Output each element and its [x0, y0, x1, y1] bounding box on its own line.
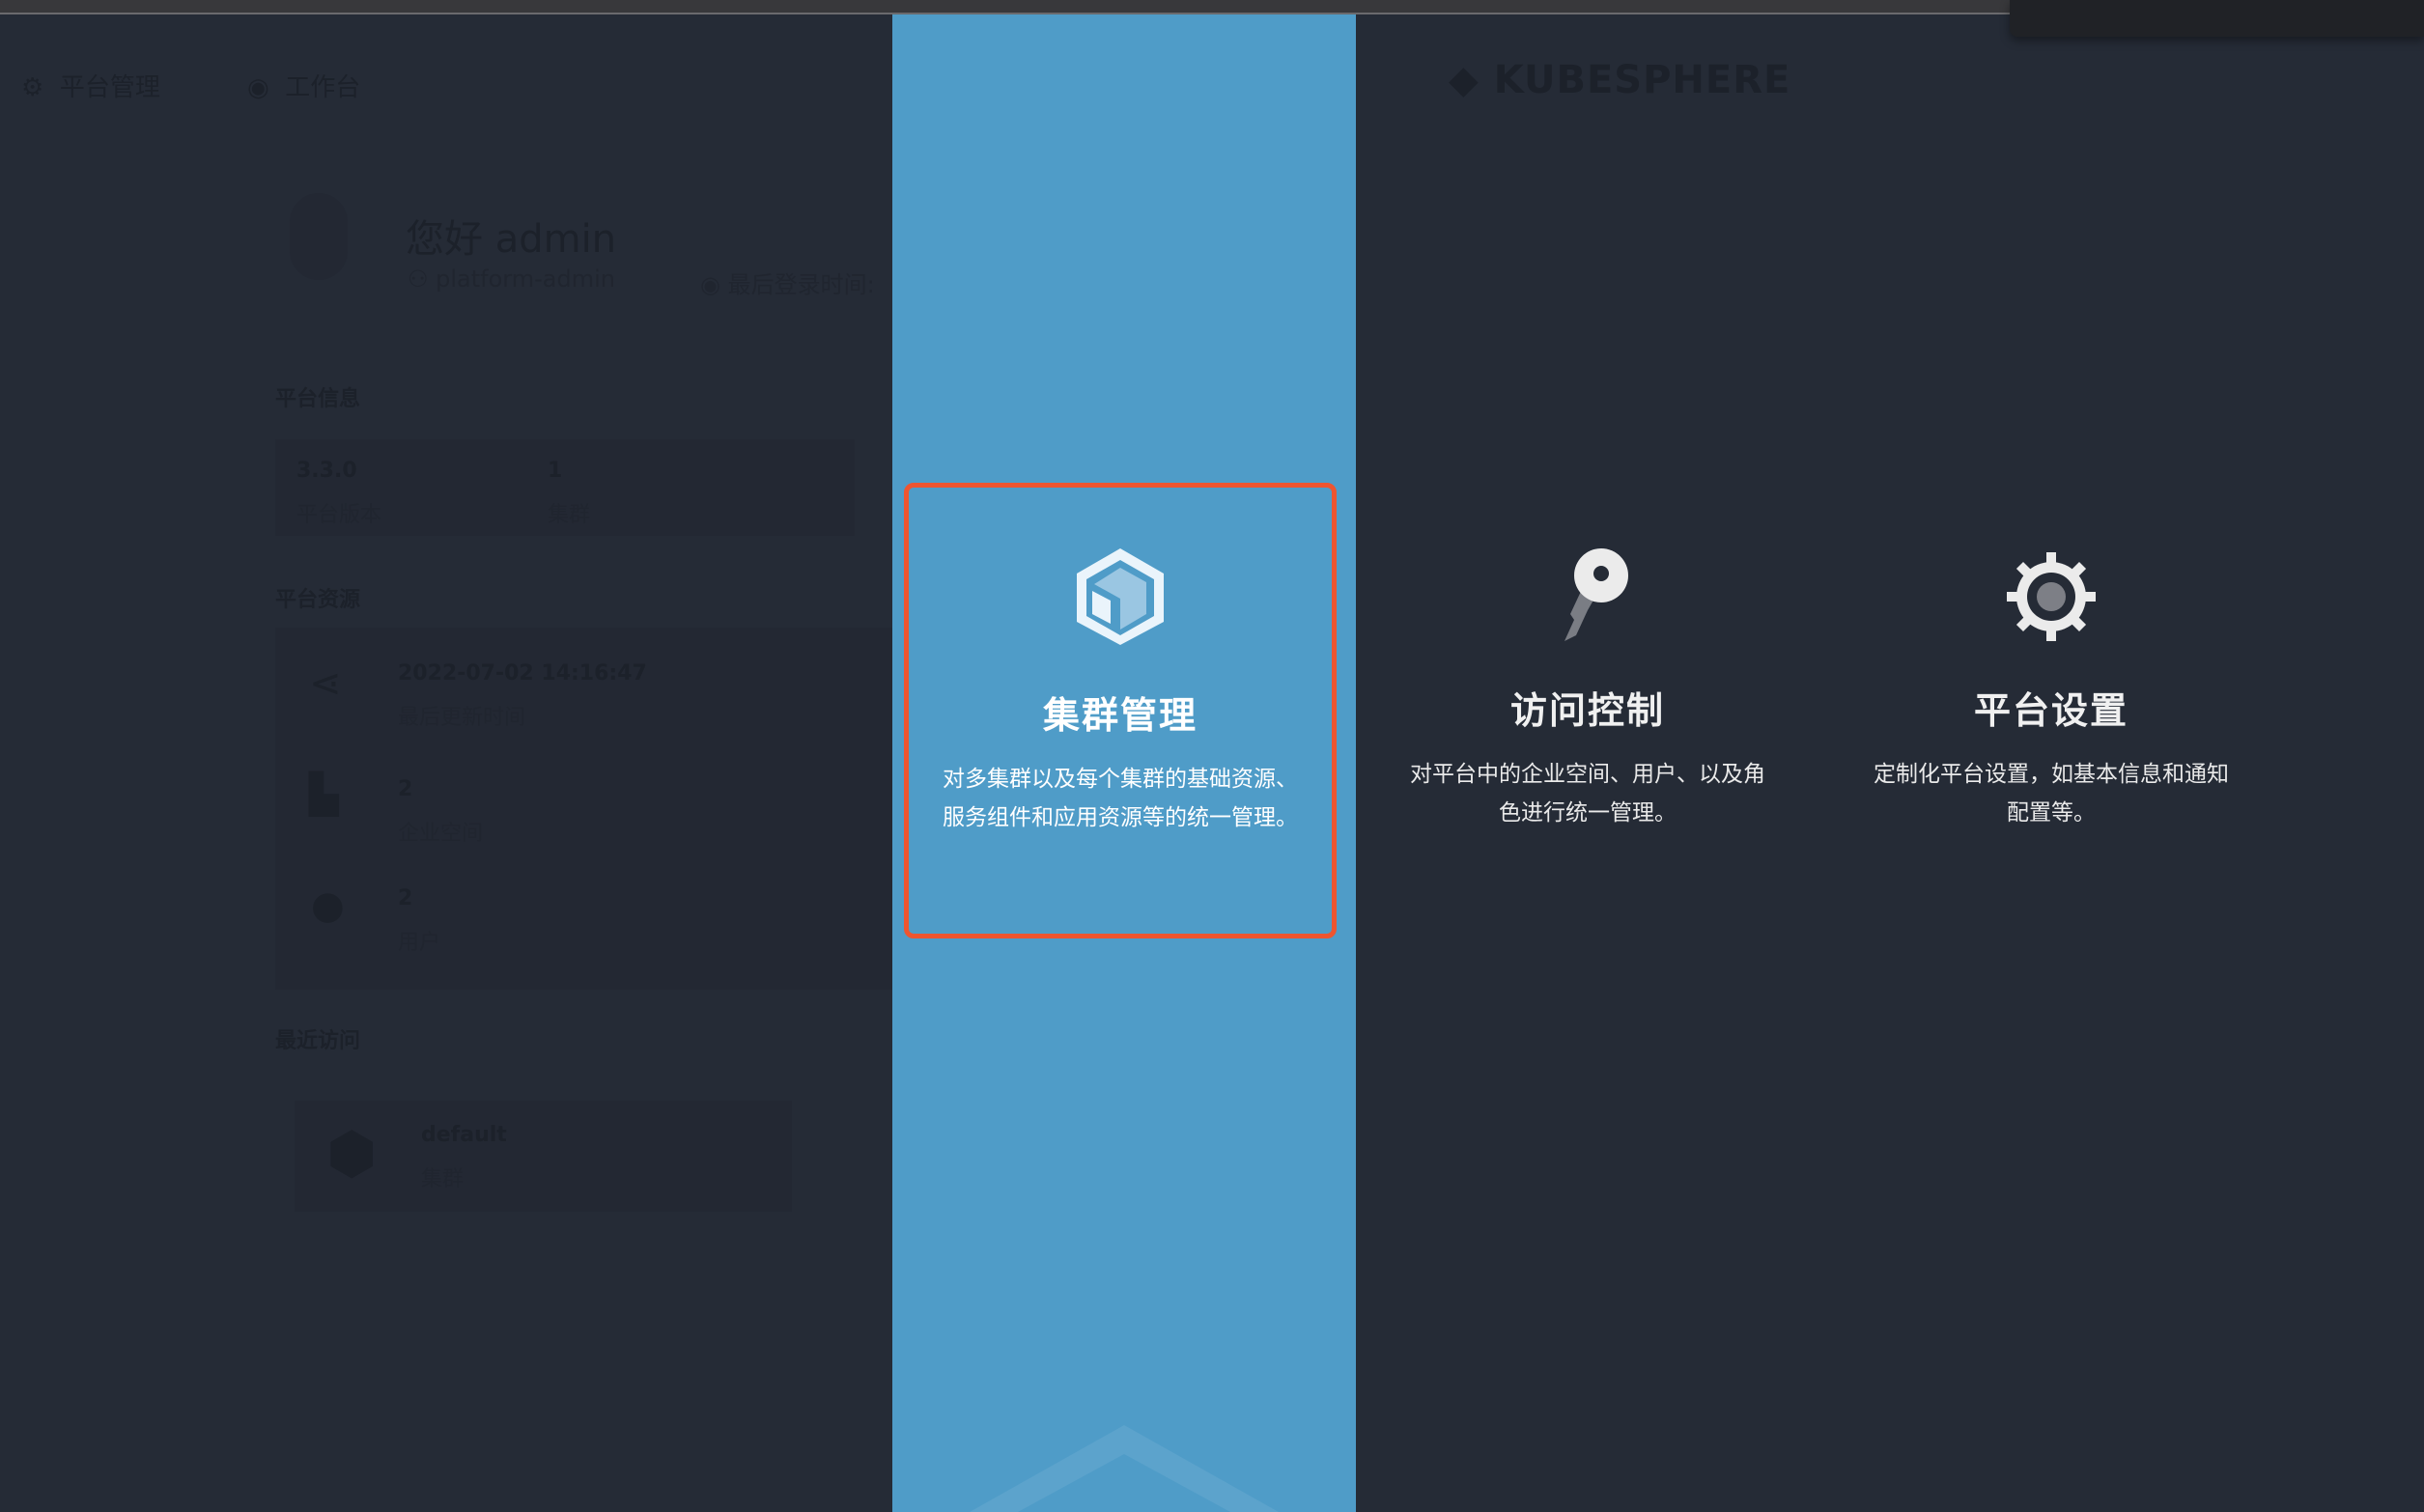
last-login: ◉ 最后登录时间: [700, 271, 875, 298]
platform-resources-heading: 平台资源 [275, 588, 361, 612]
share-icon: ⋖ [309, 661, 342, 706]
card-description: 对多集群以及每个集群的基础资源、服务组件和应用资源等的统一管理。 [943, 767, 1298, 830]
card-description: 定制化平台设置，如基本信息和通知配置等。 [1874, 762, 2229, 826]
platform-info-heading: 平台信息 [275, 387, 361, 411]
card-platform-settings[interactable]: 平台设置 定制化平台设置，如基本信息和通知配置等。 [1819, 483, 2283, 938]
avatar [290, 193, 348, 280]
workspace-icon: ▙ [309, 772, 339, 817]
nav-workbench[interactable]: ◉ 工作台 [247, 68, 360, 103]
cluster-count-value: 1 [548, 459, 563, 483]
gear-icon [2007, 552, 2096, 641]
role-text: platform-admin [436, 266, 615, 293]
recent-item-name: default [421, 1123, 507, 1147]
logo-icon: ◆ [1449, 58, 1480, 102]
cluster-icon: ⬢ [326, 1120, 378, 1188]
nav-workbench-label: 工作台 [285, 73, 361, 102]
kubesphere-logo: ◆ KUBESPHERE [1449, 58, 1790, 102]
key-icon [1564, 548, 1628, 641]
recent-item-type: 集群 [421, 1167, 465, 1191]
user-label: 用户 [398, 931, 441, 955]
card-description: 对平台中的企业空间、用户、以及角色进行统一管理。 [1410, 762, 1765, 826]
chevron-up-icon [970, 1425, 1279, 1512]
card-title: 平台设置 [1973, 689, 2128, 732]
card-title: 集群管理 [1042, 694, 1198, 737]
compass-icon: ◉ [247, 73, 269, 102]
nav-platform[interactable]: ⚙ 平台管理 [21, 68, 160, 103]
greeting: 您好 admin [406, 217, 617, 262]
nav-platform-label: 平台管理 [59, 73, 160, 102]
card-cluster-management[interactable]: 集群管理 对多集群以及每个集群的基础资源、服务组件和应用资源等的统一管理。 [904, 483, 1337, 938]
cluster-count-label: 集群 [548, 503, 591, 527]
overlay-popup [2010, 0, 2424, 37]
version-value: 3.3.0 [296, 459, 357, 483]
version-label: 平台版本 [296, 503, 382, 527]
gear-icon: ⚙ [21, 73, 44, 102]
last-update-label: 最后更新时间 [398, 706, 526, 730]
user-icon: ● [311, 883, 345, 928]
logo-text: KUBESPHERE [1493, 58, 1791, 102]
workspace-label: 企业空间 [398, 822, 484, 846]
card-access-control[interactable]: 访问控制 对平台中的企业空间、用户、以及角色进行统一管理。 [1356, 483, 1819, 938]
user-role: ⚇ platform-admin [408, 266, 615, 293]
last-login-label: 最后登录时间: [727, 271, 875, 298]
workspace-count: 2 [398, 777, 413, 801]
last-update-value: 2022-07-02 14:16:47 [398, 661, 647, 686]
cluster-icon [1077, 548, 1164, 645]
user-count: 2 [398, 886, 413, 910]
card-title: 访问控制 [1509, 689, 1665, 732]
recent-heading: 最近访问 [275, 1029, 361, 1053]
